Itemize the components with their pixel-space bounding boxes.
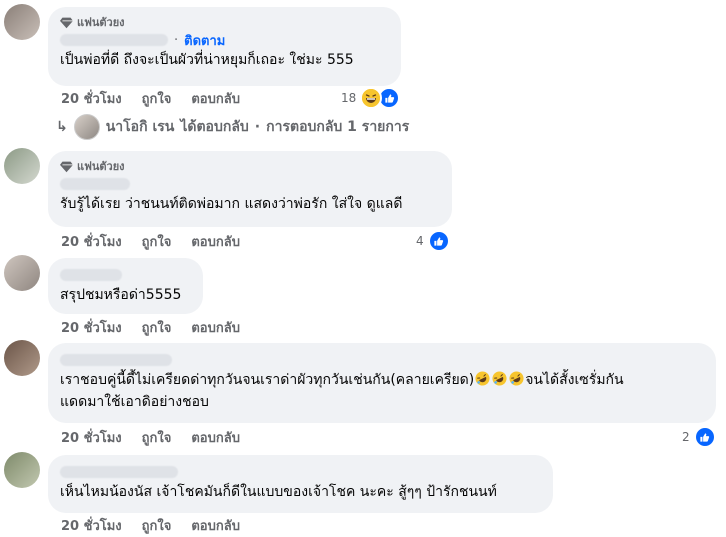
diamond-icon — [60, 161, 73, 172]
comment-text: รับรู้ได้เรย ว่าชนนท์ติดพ่อมาก แสดงว่าพ่… — [60, 196, 403, 212]
commenter-avatar[interactable] — [4, 452, 40, 488]
comment-text-line2: แดดมาใช้เอาดิอย่างชอบ — [60, 394, 209, 410]
comment-text: เห็นไหมน้องนัส เจ้าโชคมันก็ดีในแบบของเจ้… — [60, 484, 497, 500]
comment-bubble: เห็นไหมน้องนัส เจ้าโชคมันก็ดีในแบบของเจ้… — [48, 455, 553, 513]
comment-text: สรุปชมหรือด่า5555 — [60, 287, 182, 303]
like-button[interactable]: ถูกใจ — [142, 231, 172, 252]
like-icon — [427, 230, 450, 252]
reply-button[interactable]: ตอบกลับ — [191, 317, 240, 338]
comment-actions: 20 ชั่วโมง ถูกใจ ตอบกลับ — [61, 89, 240, 107]
reaction-summary[interactable]: 4 — [416, 230, 450, 252]
blurred-commenter-name[interactable] — [60, 354, 172, 366]
haha-icon — [360, 87, 383, 109]
top-fan-label: แฟนตัวยง — [77, 16, 125, 29]
follow-link[interactable]: ติดตาม — [184, 30, 225, 51]
comment-bubble: แฟนตัวยง รับรู้ได้เรย ว่าชนนท์ติดพ่อมาก … — [48, 151, 452, 227]
reaction-summary[interactable]: 18 — [341, 87, 401, 109]
comment-actions: 20 ชั่วโมง ถูกใจ ตอบกลับ — [61, 516, 240, 534]
reply-arrow-icon: ↳ — [56, 119, 68, 135]
timestamp[interactable]: 20 ชั่วโมง — [61, 231, 122, 252]
view-replies-link[interactable]: ↳ นาโอกิ เรน ได้ตอบกลับ · การตอบกลับ 1 ร… — [56, 114, 409, 140]
rofl-icon — [475, 371, 490, 386]
replier-name: นาโอกิ เรน — [105, 119, 175, 135]
comment-actions: 20 ชั่วโมง ถูกใจ ตอบกลับ — [61, 232, 240, 250]
replier-avatar — [73, 114, 100, 140]
timestamp[interactable]: 20 ชั่วโมง — [61, 515, 122, 536]
timestamp[interactable]: 20 ชั่วโมง — [61, 88, 122, 109]
blurred-commenter-name[interactable] — [60, 269, 122, 281]
top-fan-badge: แฟนตัวยง — [60, 15, 389, 29]
reply-button[interactable]: ตอบกลับ — [191, 231, 240, 252]
rofl-icon — [509, 371, 524, 386]
blurred-commenter-name[interactable] — [60, 178, 130, 190]
reaction-count: 2 — [682, 430, 690, 444]
reply-button[interactable]: ตอบกลับ — [191, 88, 240, 109]
diamond-icon — [60, 17, 73, 28]
reaction-count: 18 — [341, 91, 357, 105]
reply-button[interactable]: ตอบกลับ — [191, 427, 240, 448]
comment-text: เราชอบคู่นี้ดี้ไม่เครียดด่าทุกวันจนเราด่… — [60, 369, 704, 391]
commenter-avatar[interactable] — [4, 4, 40, 40]
reply-button[interactable]: ตอบกลับ — [191, 515, 240, 536]
reaction-summary[interactable]: 2 — [682, 426, 716, 448]
comment-bubble: แฟนตัวยง · ติดตาม เป็นพ่อที่ดี ถึงจะเป็น… — [48, 7, 401, 86]
like-icon — [693, 426, 716, 448]
comment-bubble: สรุปชมหรือด่า5555 — [48, 258, 203, 314]
timestamp[interactable]: 20 ชั่วโมง — [61, 427, 122, 448]
commenter-avatar[interactable] — [4, 255, 40, 291]
blurred-commenter-name[interactable] — [60, 34, 168, 46]
comment-bubble: เราชอบคู่นี้ดี้ไม่เครียดด่าทุกวันจนเราด่… — [48, 343, 716, 423]
reaction-count: 4 — [416, 234, 424, 248]
comment-actions: 20 ชั่วโมง ถูกใจ ตอบกลับ — [61, 428, 240, 446]
like-button[interactable]: ถูกใจ — [142, 88, 172, 109]
top-fan-badge: แฟนตัวยง — [60, 159, 440, 173]
reply-action-text: ได้ตอบกลับ — [180, 119, 249, 135]
comment-text: เป็นพ่อที่ดี ถึงจะเป็นผัวที่น่าหยุมก็เถอ… — [60, 52, 354, 68]
timestamp[interactable]: 20 ชั่วโมง — [61, 317, 122, 338]
like-button[interactable]: ถูกใจ — [142, 515, 172, 536]
comment-actions: 20 ชั่วโมง ถูกใจ ตอบกลับ — [61, 318, 240, 336]
like-button[interactable]: ถูกใจ — [142, 317, 172, 338]
commenter-avatar[interactable] — [4, 340, 40, 376]
reply-count: การตอบกลับ 1 รายการ — [266, 119, 410, 135]
like-button[interactable]: ถูกใจ — [142, 427, 172, 448]
commenter-avatar[interactable] — [4, 148, 40, 184]
rofl-icon — [492, 371, 507, 386]
blurred-commenter-name[interactable] — [60, 466, 178, 478]
top-fan-label: แฟนตัวยง — [77, 160, 125, 173]
